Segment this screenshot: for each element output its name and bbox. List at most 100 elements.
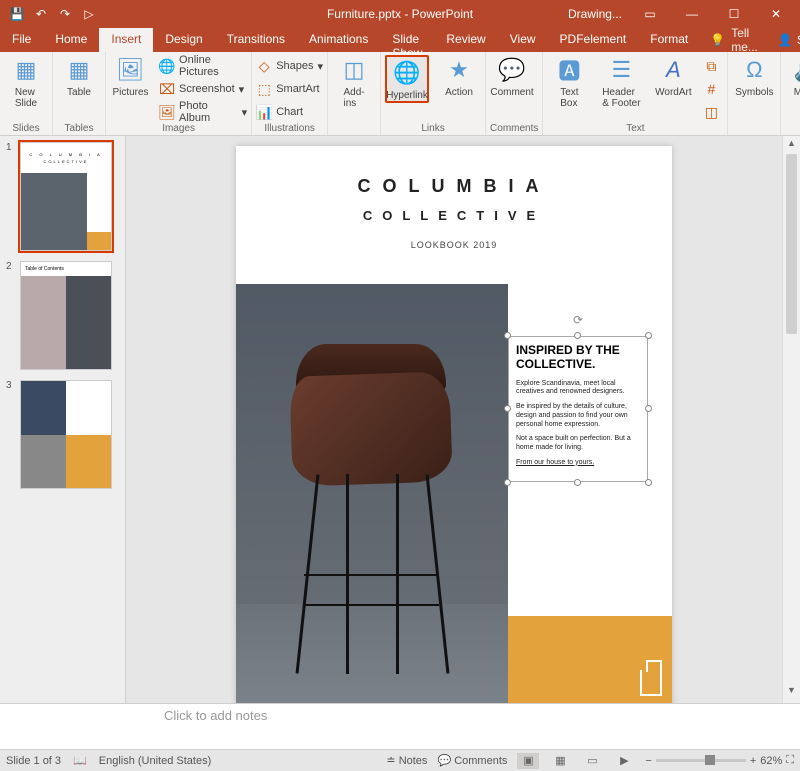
scrollbar-thumb[interactable] (786, 154, 797, 334)
scroll-down-icon[interactable]: ▼ (783, 685, 800, 701)
resize-handle-tr[interactable] (645, 332, 652, 339)
slide-thumbnails-pane[interactable]: 1 C O L U M B I ACOLLECTIVE 2 Table of C… (0, 136, 126, 703)
close-button[interactable]: ✕ (756, 0, 796, 28)
tab-review[interactable]: Review (434, 28, 497, 52)
media-button[interactable]: 🔊 Media (785, 55, 800, 98)
shapes-button[interactable]: ◇Shapes▾ (256, 55, 323, 77)
notes-toggle[interactable]: ≐ Notes (386, 754, 427, 767)
chevron-down-icon: ▾ (239, 83, 245, 96)
group-addins: ◫ Add- ins (328, 52, 381, 135)
tab-insert[interactable]: Insert (99, 28, 153, 52)
share-button[interactable]: 👤 Share (768, 28, 800, 52)
tab-transitions[interactable]: Transitions (215, 28, 297, 52)
tab-pdfelement[interactable]: PDFelement (548, 28, 639, 52)
resize-handle-br[interactable] (645, 479, 652, 486)
rotate-handle[interactable]: ⟳ (570, 312, 586, 328)
tab-home[interactable]: Home (43, 28, 99, 52)
header-footer-button[interactable]: ☰ Header & Footer (599, 55, 643, 109)
tab-design[interactable]: Design (153, 28, 214, 52)
zoom-out-button[interactable]: − (645, 755, 651, 767)
slide-title[interactable]: COLUMBIA (236, 176, 672, 197)
group-slides-label: Slides (4, 123, 48, 134)
table-icon: ▦ (64, 55, 94, 85)
chart-button[interactable]: 📊Chart (256, 101, 323, 123)
zoom-in-button[interactable]: + (750, 755, 756, 767)
chair-illustration (276, 324, 466, 674)
screenshot-button[interactable]: ⌧Screenshot▾ (159, 78, 247, 100)
reading-view-button[interactable]: ▭ (581, 753, 603, 769)
object-icon: ◫ (703, 104, 719, 120)
resize-handle-b[interactable] (574, 479, 581, 486)
slideshow-view-button[interactable]: ▶ (613, 753, 635, 769)
fit-to-window-button[interactable]: ⛶ (786, 754, 794, 767)
start-from-beginning-button[interactable]: ▷ (78, 3, 100, 25)
thumbnail-slide-2[interactable]: 2 Table of Contents (8, 261, 117, 370)
resize-handle-r[interactable] (645, 405, 652, 412)
online-pictures-button[interactable]: 🌐Online Pictures (159, 55, 247, 77)
text-more-1[interactable]: ⧉ (703, 55, 723, 77)
minimize-button[interactable]: — (672, 0, 712, 28)
tab-view[interactable]: View (498, 28, 548, 52)
addins-button[interactable]: ◫ Add- ins (332, 55, 376, 109)
text-box-label: Text Box (560, 87, 578, 109)
notes-placeholder: Click to add notes (164, 708, 267, 723)
normal-view-button[interactable]: ▣ (517, 753, 539, 769)
media-icon: 🔊 (792, 55, 800, 85)
smartart-button[interactable]: ⬚ SmartArt (256, 78, 323, 100)
table-button[interactable]: ▦ Table (57, 55, 101, 98)
slide-hero-image[interactable] (236, 284, 508, 703)
symbols-button[interactable]: Ω Symbols (732, 55, 776, 98)
slide-sorter-view-button[interactable]: ▦ (549, 753, 571, 769)
maximize-button[interactable]: ☐ (714, 0, 754, 28)
language-indicator[interactable]: English (United States) (99, 755, 212, 767)
resize-handle-l[interactable] (504, 405, 511, 412)
spellcheck-icon[interactable]: 📖 (73, 754, 87, 767)
share-icon: 👤 (778, 33, 793, 47)
media-label: Media (794, 87, 800, 98)
slide-year[interactable]: LOOKBOOK 2019 (236, 240, 672, 250)
slide-accent-block[interactable] (508, 616, 672, 703)
vertical-scrollbar[interactable]: ▲ ▼ (782, 136, 800, 703)
slide-subtitle[interactable]: COLLECTIVE (236, 208, 672, 223)
text-more-3[interactable]: ◫ (703, 101, 723, 123)
ribbon-display-options-button[interactable]: ▭ (630, 0, 670, 28)
smartart-icon: ⬚ (256, 81, 272, 97)
resize-handle-tl[interactable] (504, 332, 511, 339)
save-button[interactable]: 💾 (6, 3, 28, 25)
slide-editor[interactable]: COLUMBIA COLLECTIVE LOOKBOOK 2019 ⟳ (126, 136, 782, 703)
resize-handle-bl[interactable] (504, 479, 511, 486)
comment-button[interactable]: 💬 Comment (490, 55, 534, 98)
selected-text-box[interactable]: ⟳ INSPIRED BY THE COLLECTIVE. Explore Sc… (508, 336, 648, 482)
tab-format[interactable]: Format (638, 28, 700, 52)
text-more-2[interactable]: # (703, 78, 723, 100)
tab-file[interactable]: File (0, 28, 43, 52)
scroll-up-icon[interactable]: ▲ (783, 138, 800, 154)
redo-button[interactable]: ↷ (54, 3, 76, 25)
thumbnail-preview (20, 380, 112, 489)
resize-handle-t[interactable] (574, 332, 581, 339)
new-slide-button[interactable]: ▦ New Slide (4, 55, 48, 109)
slide-counter: Slide 1 of 3 (6, 755, 61, 767)
notes-pane[interactable]: Click to add notes (0, 703, 800, 749)
zoom-control[interactable]: − + 62% ⛶ (645, 754, 794, 767)
header-footer-icon: ☰ (606, 55, 636, 85)
tab-animations[interactable]: Animations (297, 28, 380, 52)
photo-album-button[interactable]: 🖼Photo Album▾ (159, 101, 247, 123)
zoom-slider-knob[interactable] (705, 755, 715, 765)
thumbnail-slide-1[interactable]: 1 C O L U M B I ACOLLECTIVE (8, 142, 117, 251)
wordart-button[interactable]: A WordArt (651, 55, 695, 98)
pictures-button[interactable]: 🖼 Pictures (110, 55, 151, 98)
slide-canvas[interactable]: COLUMBIA COLLECTIVE LOOKBOOK 2019 ⟳ (236, 146, 672, 703)
tab-slideshow[interactable]: Slide Show (380, 28, 434, 52)
comments-toggle[interactable]: 💬 Comments (437, 754, 507, 767)
thumbnail-slide-3[interactable]: 3 (8, 380, 117, 489)
zoom-level[interactable]: 62% (760, 755, 782, 767)
zoom-slider[interactable] (656, 759, 746, 762)
tell-me-search[interactable]: 💡 Tell me... (700, 28, 768, 52)
hyperlink-button[interactable]: 🌐 Hyperlink (385, 55, 429, 103)
smartart-label: SmartArt (276, 83, 319, 95)
undo-button[interactable]: ↶ (30, 3, 52, 25)
wordart-icon: A (658, 55, 688, 85)
text-box-button[interactable]: 🅰 Text Box (547, 55, 591, 109)
action-button[interactable]: ★ Action (437, 55, 481, 98)
